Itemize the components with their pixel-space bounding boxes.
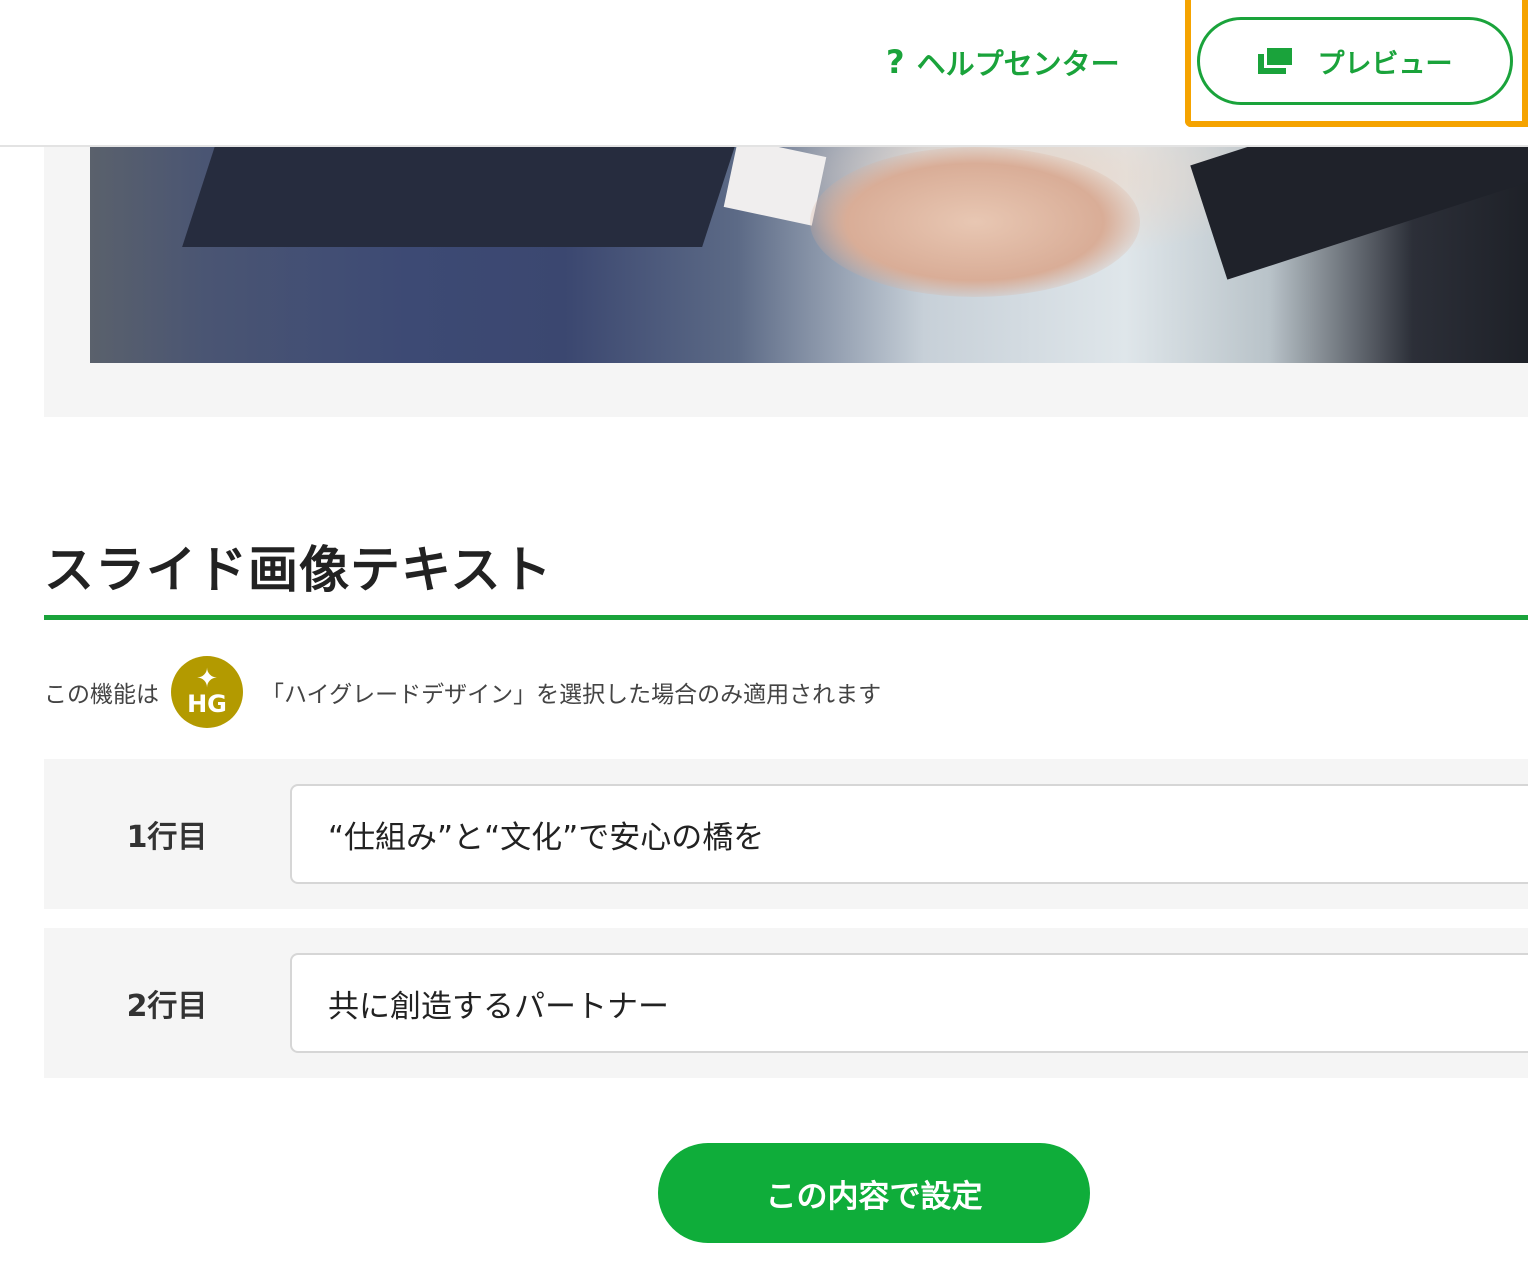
row-2-input[interactable] xyxy=(290,953,1528,1053)
apply-settings-button[interactable]: この内容で設定 xyxy=(658,1143,1090,1243)
row-1-input[interactable] xyxy=(290,784,1528,884)
header-bar: ? ヘルプセンター プレビュー xyxy=(0,0,1528,147)
section-title: スライド画像テキスト xyxy=(44,541,553,599)
help-center-label: ヘルプセンター xyxy=(916,47,1120,81)
hg-badge-text: HG xyxy=(187,690,227,718)
preview-button[interactable]: プレビュー xyxy=(1197,17,1513,105)
notice-suffix: 「ハイグレードデザイン」を選択した場合のみ適用されます xyxy=(261,682,882,708)
section-title-underline xyxy=(44,615,1528,620)
row-2-label: 2行目 xyxy=(126,989,208,1024)
slide-image-handshake xyxy=(90,147,1528,363)
notice-prefix: この機能は xyxy=(44,682,159,708)
text-row-1: 1行目 xyxy=(44,759,1528,909)
hg-badge-icon: ✦ HG xyxy=(171,656,243,728)
help-center-link[interactable]: ? ヘルプセンター xyxy=(886,38,1120,86)
row-1-label: 1行目 xyxy=(126,820,208,855)
text-row-2: 2行目 xyxy=(44,928,1528,1078)
question-icon: ? xyxy=(886,43,905,81)
preview-button-label: プレビュー xyxy=(1317,48,1453,79)
preview-windows-icon xyxy=(1257,48,1292,74)
hg-notice: この機能は ✦ HG 「ハイグレードデザイン」を選択した場合のみ適用されます xyxy=(44,656,881,728)
sparkle-icon: ✦ xyxy=(196,664,218,694)
